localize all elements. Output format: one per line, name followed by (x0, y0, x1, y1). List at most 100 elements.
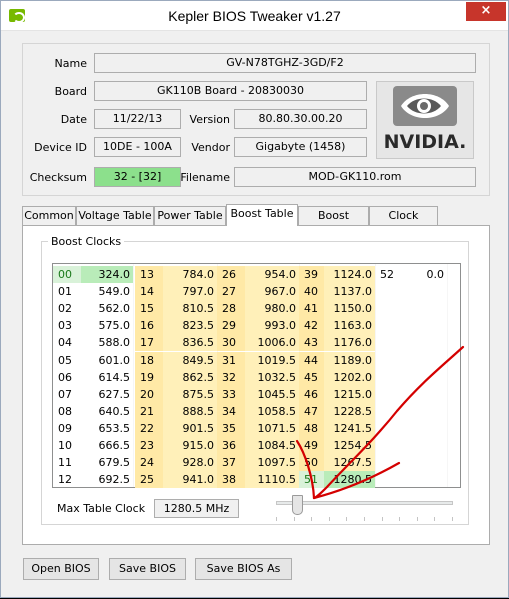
version-label: Version (189, 113, 230, 126)
boost-state-index: 37 (217, 454, 245, 472)
boost-clock-grid[interactable]: 00 324.0 01 549.0 02 562.0 03 575.0 04 588.0 05 601… (52, 263, 461, 489)
boost-clock-value[interactable]: 679.5 (81, 454, 133, 471)
boost-clock-value[interactable]: 993.0 (245, 317, 299, 335)
boost-clock-value[interactable]: 601.0 (81, 352, 133, 369)
grid-column-divider (133, 264, 134, 487)
boost-state-index: 26 (217, 266, 245, 283)
boost-state-index: 15 (135, 300, 163, 318)
boost-state-index: 31 (217, 351, 245, 369)
boost-clock-value[interactable]: 1228.5 (324, 402, 375, 420)
boost-state-index: 04 (58, 336, 72, 350)
grid-column-divider (447, 264, 448, 487)
boost-state-index: 48 (299, 419, 324, 437)
boost-state-index: 03 (58, 319, 72, 333)
boost-clock-value[interactable]: 1163.0 (324, 317, 375, 335)
boost-clock-value[interactable]: 627.5 (81, 386, 133, 403)
boost-clock-value[interactable]: 862.5 (163, 368, 217, 386)
boost-clock-value[interactable]: 1124.0 (324, 266, 375, 283)
boost-state-index: 36 (217, 437, 245, 454)
boost-clock-value[interactable]: 1202.0 (324, 368, 375, 386)
boost-clock-value[interactable]: 915.0 (163, 437, 217, 454)
boost-clock-value[interactable]: 324.0 (81, 266, 133, 283)
boost-slider-thumb[interactable] (291, 495, 303, 515)
boost-clock-value[interactable]: 1241.5 (324, 419, 375, 437)
tab-boost-states[interactable]: Boost States (298, 206, 369, 239)
save-bios-as-button[interactable]: Save BIOS As (195, 558, 292, 580)
boost-clock-value[interactable]: 1097.5 (245, 454, 299, 472)
boost-clock-value[interactable]: 1045.5 (245, 385, 299, 403)
boost-clock-value[interactable]: 1071.5 (245, 419, 299, 437)
boost-clock-value[interactable]: 653.5 (81, 420, 133, 437)
boost-clock-value[interactable]: 575.0 (81, 317, 133, 334)
tab-power-table[interactable]: Power Table (154, 206, 226, 225)
slider-tick (329, 517, 330, 521)
boost-state-index: 14 (135, 283, 163, 301)
boost-clock-value[interactable]: 666.5 (81, 437, 133, 454)
tab-boost-table[interactable]: Boost Table (226, 204, 298, 226)
boost-state-index: 45 (299, 368, 324, 386)
boost-clock-value[interactable]: 875.5 (163, 385, 217, 403)
title-bar[interactable]: Kepler BIOS Tweaker v1.27 × (1, 1, 508, 31)
boost-clock-value[interactable]: 849.5 (163, 351, 217, 369)
slider-tick (382, 517, 383, 521)
boost-clock-value[interactable]: 1032.5 (245, 368, 299, 386)
nvidia-logo: NVIDIA. (376, 81, 474, 159)
boost-state-index: 39 (299, 266, 324, 283)
name-field: GV-N78TGHZ-3GD/F2 (94, 53, 476, 73)
tab-common[interactable]: Common (22, 206, 76, 225)
boost-state-index: 20 (135, 385, 163, 403)
boost-clock-value[interactable]: 1019.5 (245, 351, 299, 369)
boost-clock-value[interactable]: 967.0 (245, 283, 299, 301)
tab-voltage-table[interactable]: Voltage Table (76, 206, 154, 225)
boost-clock-value[interactable]: 784.0 (163, 266, 217, 283)
boost-clock-value[interactable]: 614.5 (81, 369, 133, 386)
boost-state-index: 41 (299, 300, 324, 318)
boost-clock-value[interactable]: 928.0 (163, 454, 217, 472)
save-bios-button[interactable]: Save BIOS (109, 558, 186, 580)
boost-clock-value[interactable]: 1189.0 (324, 351, 375, 369)
boost-clock-value[interactable]: 980.0 (245, 300, 299, 318)
boost-clock-value[interactable]: 549.0 (81, 283, 133, 300)
boost-state-index: 16 (135, 317, 163, 335)
boost-clock-value[interactable]: 888.5 (163, 402, 217, 420)
boost-clock-value[interactable]: 954.0 (245, 266, 299, 283)
boost-clock-value[interactable]: 823.5 (163, 317, 217, 335)
boost-clock-value[interactable]: 1215.0 (324, 385, 375, 403)
boost-state-index: 32 (217, 368, 245, 386)
boost-state-index: 50 (299, 454, 324, 472)
boost-clock-value[interactable]: 941.0 (163, 471, 217, 489)
filename-field: MOD-GK110.rom (234, 167, 476, 187)
vendor-label: Vendor (191, 141, 230, 154)
boost-clock-value[interactable]: 1006.0 (245, 334, 299, 352)
boost-clock-value[interactable]: 0.0 (397, 266, 447, 283)
boost-state-index: 34 (217, 402, 245, 420)
boost-state-index: 06 (58, 370, 72, 384)
boost-clock-value[interactable]: 1176.0 (324, 334, 375, 352)
tab-clock-states[interactable]: Clock States (369, 206, 438, 239)
boost-clock-value[interactable]: 1150.0 (324, 300, 375, 318)
nvidia-logo-text: NVIDIA. (384, 131, 467, 153)
boost-clock-value[interactable]: 1280.5 (324, 471, 375, 489)
boost-clock-value[interactable]: 692.5 (81, 471, 133, 488)
close-button[interactable]: × (466, 2, 506, 21)
boost-clock-value[interactable]: 810.5 (163, 300, 217, 318)
boost-clock-value[interactable]: 1254.5 (324, 437, 375, 454)
boost-clock-value[interactable]: 901.5 (163, 419, 217, 437)
boost-clock-value[interactable]: 836.5 (163, 334, 217, 352)
nvidia-eye-icon: NVIDIA. (384, 86, 467, 153)
boost-clock-value[interactable]: 797.0 (163, 283, 217, 301)
max-table-clock-label: Max Table Clock (57, 502, 146, 515)
open-bios-button[interactable]: Open BIOS (23, 558, 99, 580)
boost-state-index: 46 (299, 385, 324, 403)
boost-clock-value[interactable]: 1110.5 (245, 471, 299, 489)
boost-clock-value[interactable]: 640.5 (81, 403, 133, 420)
boost-clock-value[interactable]: 1058.5 (245, 402, 299, 420)
boost-clock-value[interactable]: 1137.0 (324, 283, 375, 301)
slider-tick (399, 517, 400, 521)
boost-clock-value[interactable]: 1267.5 (324, 454, 375, 472)
boost-clock-value[interactable]: 1084.5 (245, 437, 299, 454)
window-title: Kepler BIOS Tweaker v1.27 (168, 8, 341, 24)
boost-clock-value[interactable]: 562.0 (81, 300, 133, 317)
name-label: Name (54, 57, 87, 70)
boost-clock-value[interactable]: 588.0 (81, 334, 133, 351)
